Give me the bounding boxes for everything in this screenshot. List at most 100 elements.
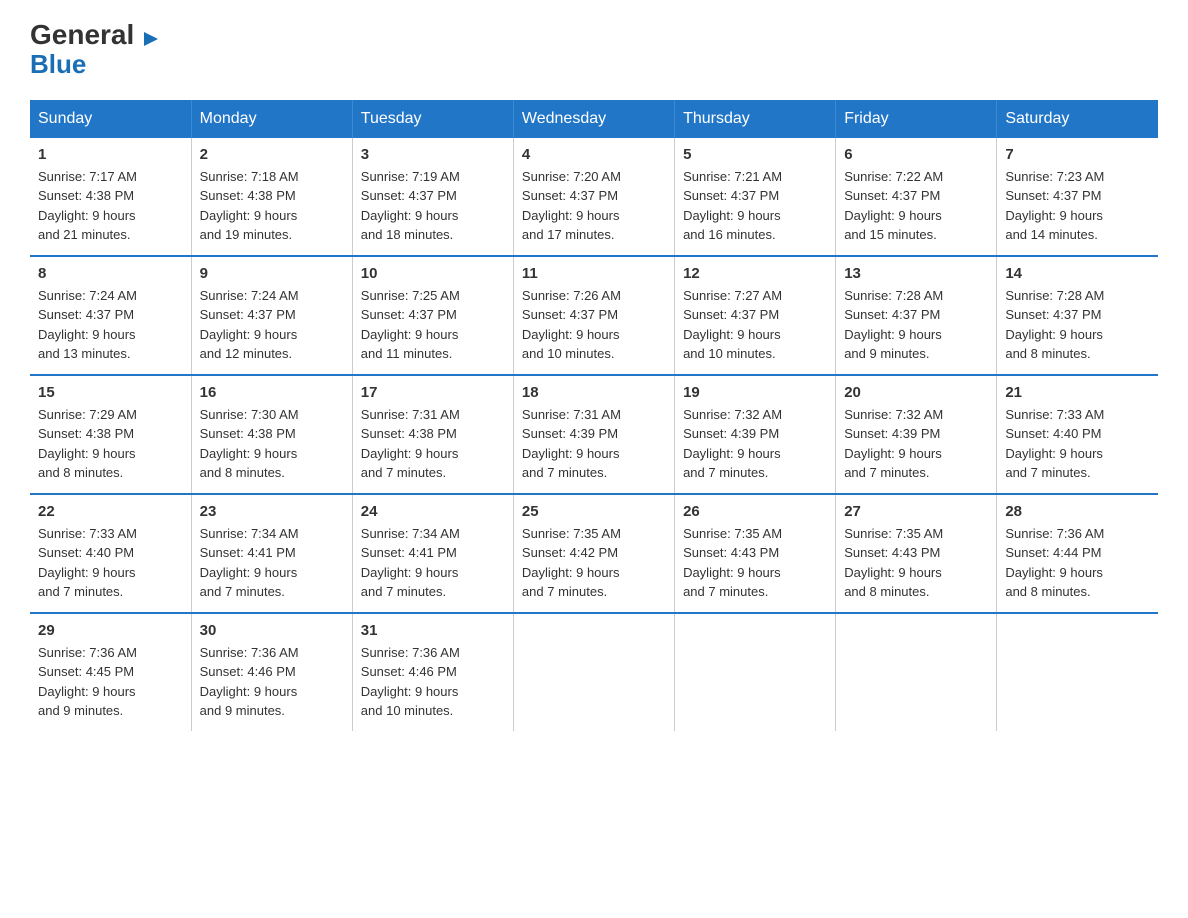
day-number: 1 <box>38 146 183 163</box>
calendar-cell: 12 Sunrise: 7:27 AMSunset: 4:37 PMDayligh… <box>675 256 836 375</box>
day-info: Sunrise: 7:19 AMSunset: 4:37 PMDaylight:… <box>361 167 505 245</box>
calendar-cell: 10 Sunrise: 7:25 AMSunset: 4:37 PMDayligh… <box>352 256 513 375</box>
day-info: Sunrise: 7:35 AMSunset: 4:43 PMDaylight:… <box>844 524 988 602</box>
calendar-week-row: 1 Sunrise: 7:17 AMSunset: 4:38 PMDaylight… <box>30 138 1158 256</box>
calendar-week-row: 8 Sunrise: 7:24 AMSunset: 4:37 PMDaylight… <box>30 256 1158 375</box>
day-info: Sunrise: 7:28 AMSunset: 4:37 PMDaylight:… <box>844 286 988 364</box>
day-info: Sunrise: 7:26 AMSunset: 4:37 PMDaylight:… <box>522 286 666 364</box>
day-number: 20 <box>844 384 988 401</box>
day-info: Sunrise: 7:36 AMSunset: 4:46 PMDaylight:… <box>361 643 505 721</box>
day-number: 18 <box>522 384 666 401</box>
day-number: 4 <box>522 146 666 163</box>
calendar-cell: 30Sunrise: 7:36 AMSunset: 4:46 PMDayligh… <box>191 613 352 731</box>
page-header: General Blue <box>30 20 1158 80</box>
day-info: Sunrise: 7:34 AMSunset: 4:41 PMDaylight:… <box>361 524 505 602</box>
calendar-cell: 24 Sunrise: 7:34 AMSunset: 4:41 PMDayligh… <box>352 494 513 613</box>
day-number: 25 <box>522 503 666 520</box>
calendar-cell: 5 Sunrise: 7:21 AMSunset: 4:37 PMDaylight… <box>675 138 836 256</box>
day-number: 27 <box>844 503 988 520</box>
calendar-cell: 29 Sunrise: 7:36 AMSunset: 4:45 PMDayligh… <box>30 613 191 731</box>
day-number: 29 <box>38 622 183 639</box>
calendar-cell: 15Sunrise: 7:29 AMSunset: 4:38 PMDayligh… <box>30 375 191 494</box>
calendar-week-row: 15Sunrise: 7:29 AMSunset: 4:38 PMDayligh… <box>30 375 1158 494</box>
weekday-header-tuesday: Tuesday <box>352 100 513 138</box>
day-info: Sunrise: 7:22 AMSunset: 4:37 PMDaylight:… <box>844 167 988 245</box>
calendar-cell: 23 Sunrise: 7:34 AMSunset: 4:41 PMDayligh… <box>191 494 352 613</box>
day-number: 11 <box>522 265 666 282</box>
day-info: Sunrise: 7:28 AMSunset: 4:37 PMDaylight:… <box>1005 286 1150 364</box>
day-number: 13 <box>844 265 988 282</box>
calendar-cell: 19Sunrise: 7:32 AMSunset: 4:39 PMDayligh… <box>675 375 836 494</box>
calendar-cell: 27 Sunrise: 7:35 AMSunset: 4:43 PMDayligh… <box>836 494 997 613</box>
calendar-cell: 8 Sunrise: 7:24 AMSunset: 4:37 PMDaylight… <box>30 256 191 375</box>
calendar-cell: 16 Sunrise: 7:30 AMSunset: 4:38 PMDayligh… <box>191 375 352 494</box>
day-info: Sunrise: 7:18 AMSunset: 4:38 PMDaylight:… <box>200 167 344 245</box>
day-number: 16 <box>200 384 344 401</box>
day-info: Sunrise: 7:31 AMSunset: 4:38 PMDaylight:… <box>361 405 505 483</box>
calendar-cell <box>675 613 836 731</box>
calendar-cell: 28Sunrise: 7:36 AMSunset: 4:44 PMDayligh… <box>997 494 1158 613</box>
calendar-cell: 22 Sunrise: 7:33 AMSunset: 4:40 PMDayligh… <box>30 494 191 613</box>
weekday-header-wednesday: Wednesday <box>513 100 674 138</box>
day-number: 10 <box>361 265 505 282</box>
day-info: Sunrise: 7:25 AMSunset: 4:37 PMDaylight:… <box>361 286 505 364</box>
calendar-table: SundayMondayTuesdayWednesdayThursdayFrid… <box>30 100 1158 731</box>
day-number: 21 <box>1005 384 1150 401</box>
day-number: 24 <box>361 503 505 520</box>
day-number: 23 <box>200 503 344 520</box>
day-info: Sunrise: 7:36 AMSunset: 4:45 PMDaylight:… <box>38 643 183 721</box>
logo-blue: Blue <box>30 49 86 80</box>
calendar-body: 1 Sunrise: 7:17 AMSunset: 4:38 PMDaylight… <box>30 138 1158 731</box>
calendar-cell: 31 Sunrise: 7:36 AMSunset: 4:46 PMDayligh… <box>352 613 513 731</box>
day-number: 31 <box>361 622 505 639</box>
day-number: 17 <box>361 384 505 401</box>
day-number: 30 <box>200 622 344 639</box>
day-info: Sunrise: 7:32 AMSunset: 4:39 PMDaylight:… <box>844 405 988 483</box>
calendar-cell <box>513 613 674 731</box>
day-number: 5 <box>683 146 827 163</box>
calendar-cell: 11 Sunrise: 7:26 AMSunset: 4:37 PMDayligh… <box>513 256 674 375</box>
calendar-cell: 7Sunrise: 7:23 AMSunset: 4:37 PMDaylight… <box>997 138 1158 256</box>
calendar-cell: 17 Sunrise: 7:31 AMSunset: 4:38 PMDayligh… <box>352 375 513 494</box>
weekday-header-saturday: Saturday <box>997 100 1158 138</box>
day-info: Sunrise: 7:17 AMSunset: 4:38 PMDaylight:… <box>38 167 183 245</box>
day-info: Sunrise: 7:35 AMSunset: 4:42 PMDaylight:… <box>522 524 666 602</box>
day-info: Sunrise: 7:31 AMSunset: 4:39 PMDaylight:… <box>522 405 666 483</box>
logo: General Blue <box>30 20 144 80</box>
day-number: 8 <box>38 265 183 282</box>
day-number: 2 <box>200 146 344 163</box>
day-info: Sunrise: 7:33 AMSunset: 4:40 PMDaylight:… <box>1005 405 1150 483</box>
day-number: 7 <box>1005 146 1150 163</box>
day-info: Sunrise: 7:20 AMSunset: 4:37 PMDaylight:… <box>522 167 666 245</box>
day-info: Sunrise: 7:34 AMSunset: 4:41 PMDaylight:… <box>200 524 344 602</box>
day-number: 6 <box>844 146 988 163</box>
day-number: 22 <box>38 503 183 520</box>
day-info: Sunrise: 7:33 AMSunset: 4:40 PMDaylight:… <box>38 524 183 602</box>
calendar-cell: 13 Sunrise: 7:28 AMSunset: 4:37 PMDayligh… <box>836 256 997 375</box>
calendar-cell: 3Sunrise: 7:19 AMSunset: 4:37 PMDaylight… <box>352 138 513 256</box>
day-info: Sunrise: 7:30 AMSunset: 4:38 PMDaylight:… <box>200 405 344 483</box>
day-number: 14 <box>1005 265 1150 282</box>
day-info: Sunrise: 7:35 AMSunset: 4:43 PMDaylight:… <box>683 524 827 602</box>
calendar-cell: 6 Sunrise: 7:22 AMSunset: 4:37 PMDaylight… <box>836 138 997 256</box>
weekday-header-sunday: Sunday <box>30 100 191 138</box>
calendar-cell: 18 Sunrise: 7:31 AMSunset: 4:39 PMDayligh… <box>513 375 674 494</box>
day-info: Sunrise: 7:27 AMSunset: 4:37 PMDaylight:… <box>683 286 827 364</box>
calendar-cell: 1 Sunrise: 7:17 AMSunset: 4:38 PMDaylight… <box>30 138 191 256</box>
day-info: Sunrise: 7:36 AMSunset: 4:44 PMDaylight:… <box>1005 524 1150 602</box>
day-info: Sunrise: 7:24 AMSunset: 4:37 PMDaylight:… <box>38 286 183 364</box>
logo-triangle-icon <box>144 32 158 46</box>
calendar-cell <box>997 613 1158 731</box>
calendar-cell: 25 Sunrise: 7:35 AMSunset: 4:42 PMDayligh… <box>513 494 674 613</box>
weekday-header-thursday: Thursday <box>675 100 836 138</box>
calendar-cell: 14 Sunrise: 7:28 AMSunset: 4:37 PMDayligh… <box>997 256 1158 375</box>
day-info: Sunrise: 7:24 AMSunset: 4:37 PMDaylight:… <box>200 286 344 364</box>
day-info: Sunrise: 7:21 AMSunset: 4:37 PMDaylight:… <box>683 167 827 245</box>
calendar-week-row: 29 Sunrise: 7:36 AMSunset: 4:45 PMDayligh… <box>30 613 1158 731</box>
weekday-header-friday: Friday <box>836 100 997 138</box>
calendar-cell: 2 Sunrise: 7:18 AMSunset: 4:38 PMDaylight… <box>191 138 352 256</box>
weekday-header-monday: Monday <box>191 100 352 138</box>
day-info: Sunrise: 7:29 AMSunset: 4:38 PMDaylight:… <box>38 405 183 483</box>
calendar-cell: 26Sunrise: 7:35 AMSunset: 4:43 PMDayligh… <box>675 494 836 613</box>
day-number: 12 <box>683 265 827 282</box>
